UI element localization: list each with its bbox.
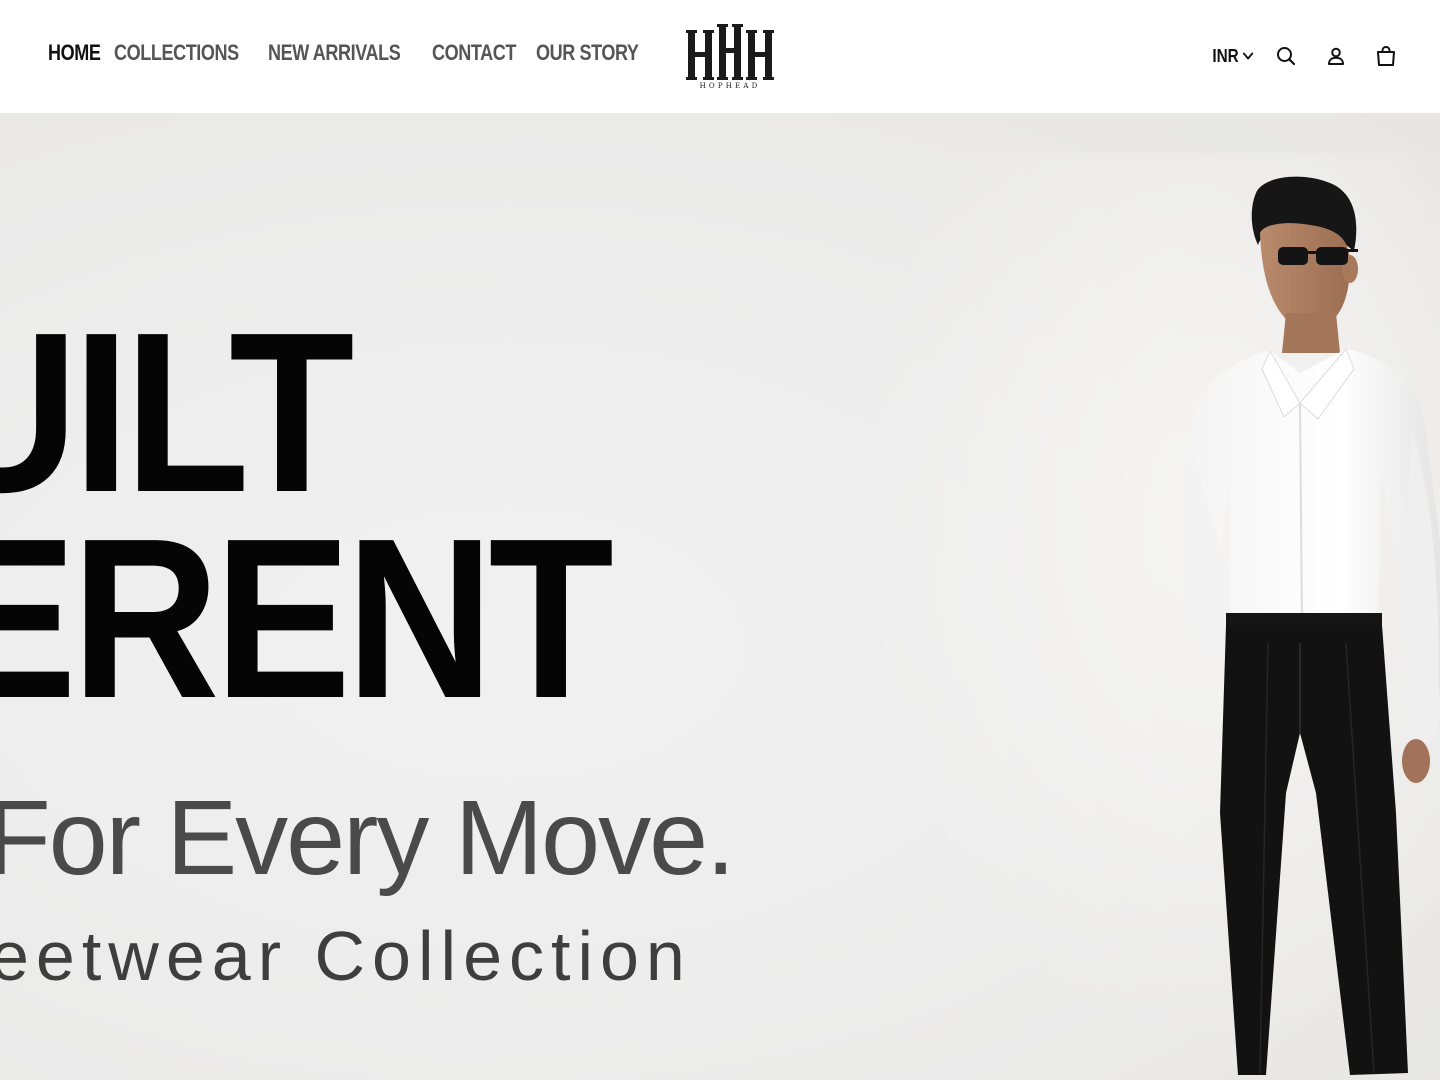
nav-home[interactable]: HOME <box>48 40 101 66</box>
nav-collections[interactable]: COLLECTIONS <box>114 40 239 66</box>
chevron-down-icon <box>1242 52 1254 60</box>
account-icon <box>1328 47 1344 65</box>
site-header: HOME COLLECTIONS NEW ARRIVALS CONTACT OU… <box>0 0 1440 113</box>
hero-tagline: For Every Move. <box>0 779 736 897</box>
currency-selector[interactable]: INR <box>1212 46 1254 67</box>
nav-contact[interactable]: CONTACT <box>432 40 516 66</box>
main-nav: HOME COLLECTIONS NEW ARRIVALS CONTACT OU… <box>48 40 639 66</box>
currency-label: INR <box>1212 45 1239 66</box>
brand-logo[interactable]: HOPHEAD <box>686 24 774 90</box>
account-button[interactable] <box>1322 42 1350 70</box>
model-image <box>1181 176 1440 1075</box>
hero-collection-label: eetwear Collection <box>0 917 692 995</box>
cart-button[interactable] <box>1372 42 1400 70</box>
nav-new-arrivals[interactable]: NEW ARRIVALS <box>268 40 401 66</box>
hero-headline-line-2: ERENT <box>0 492 614 746</box>
logo-wordmark: HOPHEAD <box>700 82 761 90</box>
hero-banner[interactable]: UILT ERENT For Every Move. eetwear Colle… <box>0 113 1440 1080</box>
search-icon <box>1277 47 1296 66</box>
nav-our-story[interactable]: OUR STORY <box>536 40 639 66</box>
header-utilities: INR <box>1205 38 1400 74</box>
search-button[interactable] <box>1272 42 1300 70</box>
cart-icon <box>1377 45 1395 66</box>
hophead-logo-mark: HOPHEAD <box>686 24 774 90</box>
